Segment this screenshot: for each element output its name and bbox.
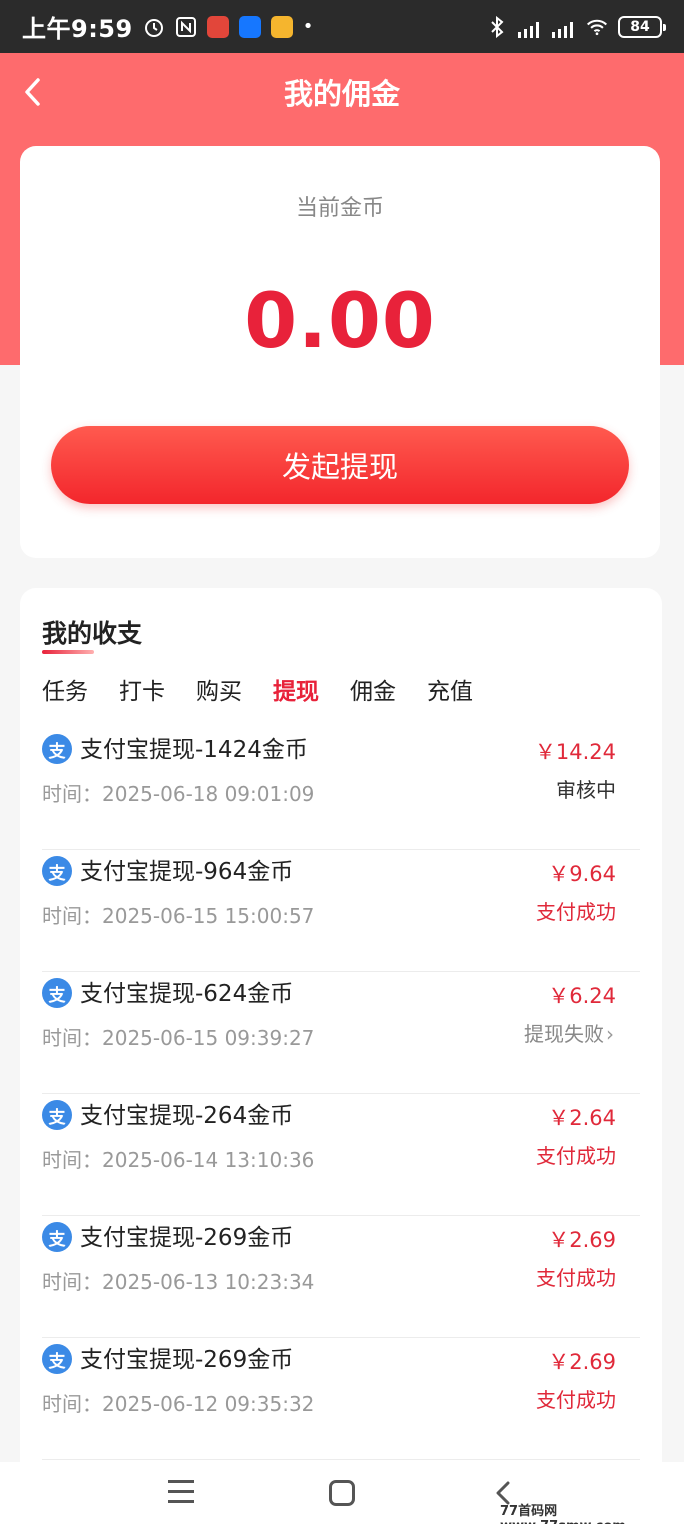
tab-purchase[interactable]: 购买: [196, 676, 242, 708]
chevron-right-icon: ›: [606, 1022, 614, 1046]
tab-recharge[interactable]: 充值: [427, 676, 473, 708]
record-list: 支 支付宝提现-1424金币 时间：2025-06-18 09:01:09 ￥1…: [42, 728, 640, 1460]
menu-icon[interactable]: [168, 1480, 196, 1506]
list-item[interactable]: 支 支付宝提现-624金币 时间：2025-06-15 09:39:27 ￥6.…: [42, 972, 640, 1094]
record-amount: ￥2.69: [548, 1350, 616, 1374]
nfc-icon: [175, 16, 197, 38]
status-left-icons: •: [143, 15, 314, 38]
bluetooth-icon: [486, 15, 508, 38]
record-status-link[interactable]: 提现失败 ›: [524, 1018, 614, 1047]
wifi-icon: [586, 16, 608, 38]
list-item[interactable]: 支 支付宝提现-269金币 时间：2025-06-12 09:35:32 ￥2.…: [42, 1338, 640, 1460]
record-time: 时间：2025-06-13 10:23:34: [42, 1270, 315, 1294]
record-title: 支付宝提现-264金币: [80, 1103, 294, 1129]
balance-card: 当前金币 0.00 发起提现: [20, 146, 660, 558]
record-amount: ￥6.24: [548, 984, 616, 1008]
record-time: 时间：2025-06-12 09:35:32: [42, 1392, 315, 1416]
balance-label: 当前金币: [295, 196, 384, 221]
list-item[interactable]: 支 支付宝提现-964金币 时间：2025-06-15 15:00:57 ￥9.…: [42, 850, 640, 972]
record-status: 支付成功: [536, 1144, 616, 1168]
record-time: 时间：2025-06-14 13:10:36: [42, 1148, 315, 1172]
signal-hd-icon: [518, 16, 542, 38]
list-item[interactable]: 支 支付宝提现-269金币 时间：2025-06-13 10:23:34 ￥2.…: [42, 1216, 640, 1338]
tab-withdraw[interactable]: 提现: [273, 676, 319, 708]
record-status: 支付成功: [536, 1388, 616, 1412]
record-status: 审核中: [556, 778, 616, 802]
alipay-icon: 支: [42, 734, 72, 764]
records-tabs: 任务 打卡 购买 提现 佣金 充值: [42, 676, 504, 708]
page-title: 我的佣金: [283, 77, 400, 111]
tab-checkin[interactable]: 打卡: [119, 676, 165, 708]
record-status: 支付成功: [536, 1266, 616, 1290]
notes-notification-icon: [270, 15, 293, 38]
alipay-icon: 支: [42, 978, 72, 1008]
record-amount: ￥2.69: [548, 1228, 616, 1252]
alipay-icon: 支: [42, 1100, 72, 1130]
withdraw-button[interactable]: 发起提现: [51, 426, 629, 504]
tab-commission[interactable]: 佣金: [350, 676, 396, 708]
watermark-text: 77首码网 www.77smw.com: [500, 1504, 626, 1524]
title-underline: [42, 650, 94, 654]
alipay-notification-icon: [238, 15, 261, 38]
record-status: 提现失败: [524, 1022, 604, 1046]
alarm-icon: [143, 16, 165, 38]
record-title: 支付宝提现-269金币: [80, 1225, 294, 1251]
record-time: 时间：2025-06-18 09:01:09: [42, 782, 315, 806]
list-item[interactable]: 支 支付宝提现-264金币 时间：2025-06-14 13:10:36 ￥2.…: [42, 1094, 640, 1216]
alipay-icon: 支: [42, 1344, 72, 1374]
balance-value: 0.00: [244, 276, 436, 365]
tab-task[interactable]: 任务: [42, 676, 88, 708]
records-card: 我的收支 任务 打卡 购买 提现 佣金 充值 支 支付宝提现-1424金币 时间…: [20, 588, 662, 1488]
record-title: 支付宝提现-964金币: [80, 859, 294, 885]
battery-indicator: 84: [618, 15, 666, 38]
record-title: 支付宝提现-624金币: [80, 981, 294, 1007]
record-time: 时间：2025-06-15 09:39:27: [42, 1026, 315, 1050]
record-amount: ￥14.24: [534, 740, 616, 764]
signal-hd-2-icon: [552, 16, 576, 38]
status-time: 上午9:59: [22, 15, 133, 43]
record-title: 支付宝提现-1424金币: [80, 737, 308, 763]
record-amount: ￥9.64: [548, 862, 616, 886]
home-icon[interactable]: [329, 1480, 355, 1506]
alipay-icon: 支: [42, 856, 72, 886]
alipay-icon: 支: [42, 1222, 72, 1252]
record-amount: ￥2.64: [548, 1106, 616, 1130]
record-status: 支付成功: [536, 900, 616, 924]
list-item[interactable]: 支 支付宝提现-1424金币 时间：2025-06-18 09:01:09 ￥1…: [42, 728, 640, 850]
more-notifications-icon: •: [302, 16, 314, 37]
records-title: 我的收支: [42, 619, 143, 648]
record-title: 支付宝提现-269金币: [80, 1347, 294, 1373]
status-bar: 上午9:59 • 84: [0, 0, 684, 53]
record-time: 时间：2025-06-15 15:00:57: [42, 904, 315, 928]
status-right-icons: 84: [486, 15, 666, 38]
app-notification-icon: [206, 15, 229, 38]
